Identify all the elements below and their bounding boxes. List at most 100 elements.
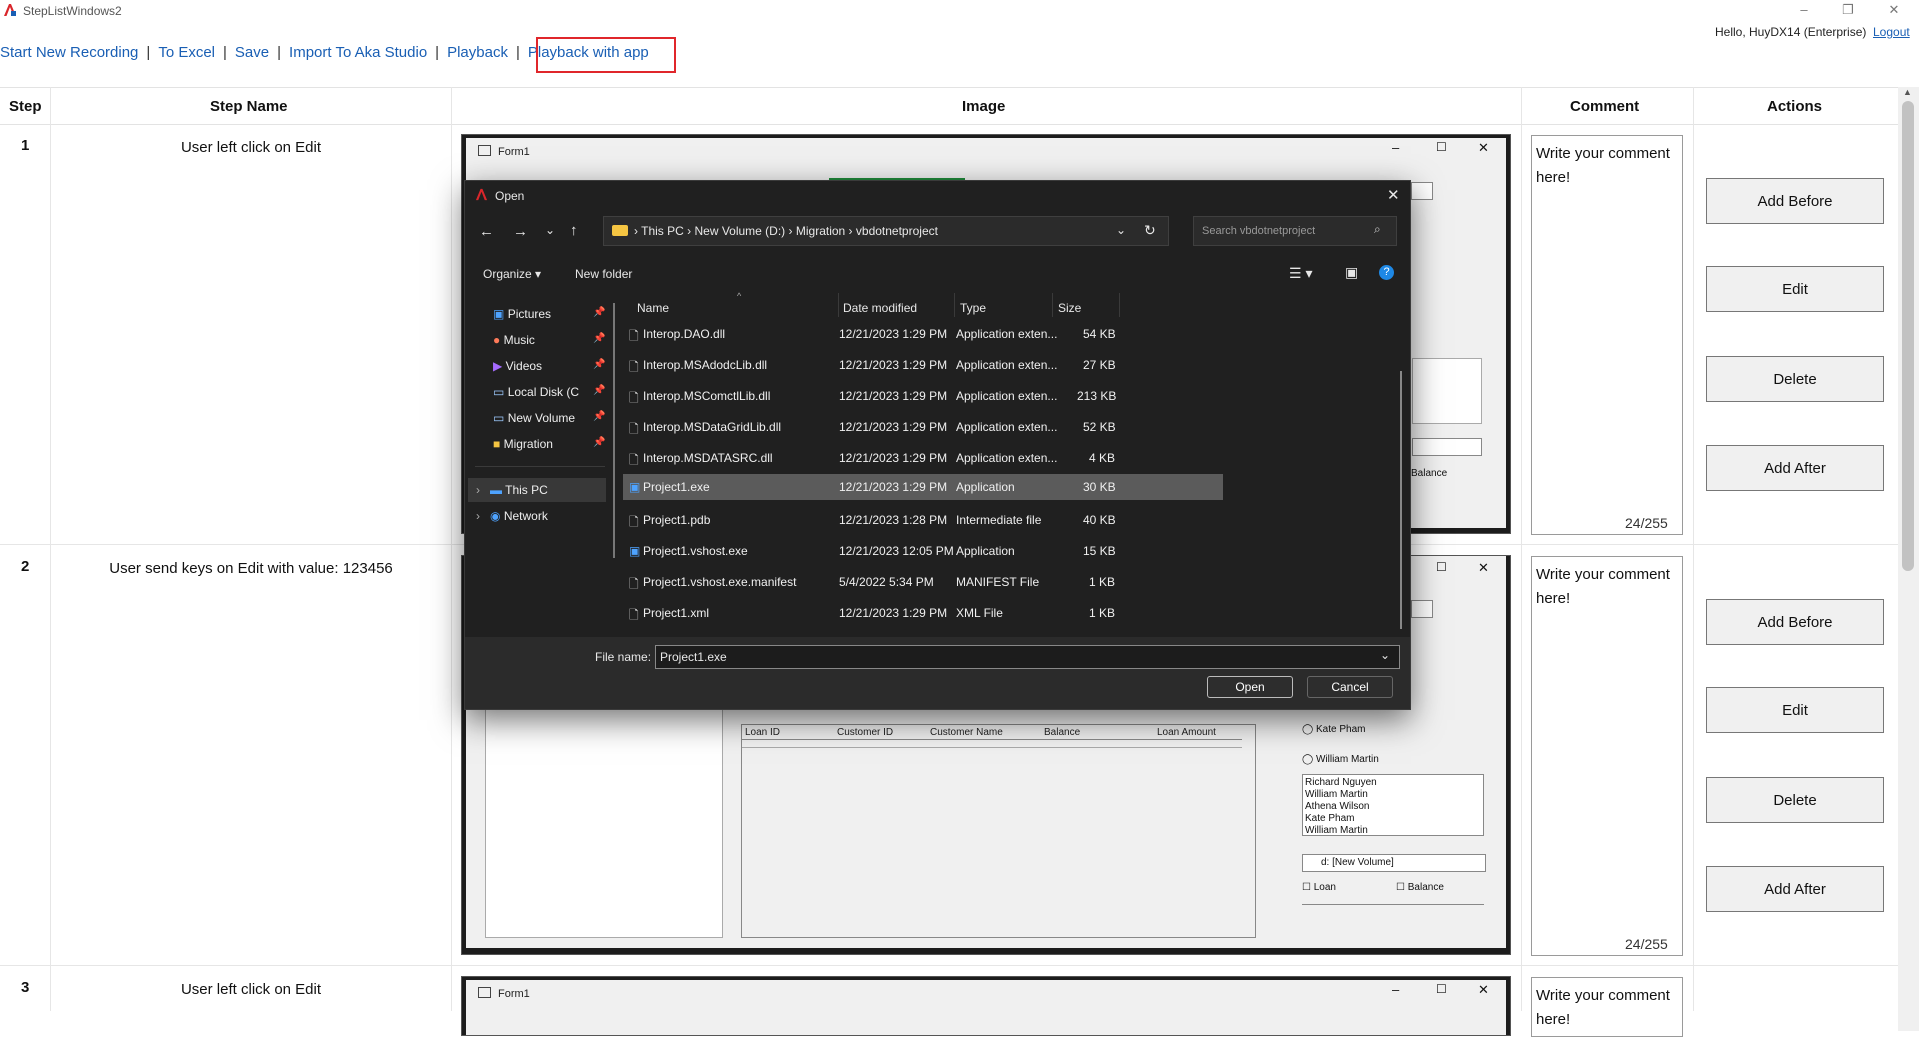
add-before-button[interactable]: Add Before [1706, 599, 1884, 645]
network-icon: ◉ [490, 509, 501, 523]
file-row[interactable]: 🗋 Project1.vshost.exe.manifest 5/4/2022 … [623, 567, 1218, 598]
column-divider [1052, 293, 1053, 317]
file-name-input[interactable]: Project1.exe ⌄ [655, 645, 1400, 669]
nav-item-new-volume[interactable]: ▭ New Volume [493, 411, 575, 425]
file-row[interactable]: 🗋 Interop.DAO.dll 12/21/2023 1:29 PM App… [623, 319, 1218, 350]
file-row[interactable]: 🗋 Interop.MSComctlLib.dll 12/21/2023 1:2… [623, 381, 1218, 412]
chevron-down-icon[interactable]: ⌄ [1116, 223, 1126, 237]
row-divider [0, 965, 1898, 966]
nav-item-this-pc[interactable]: › ▬ This PC [468, 478, 606, 502]
nav-item-network[interactable]: › ◉ Network [476, 509, 548, 523]
column-name[interactable]: Name [637, 301, 669, 315]
column-divider [838, 293, 839, 317]
file-row[interactable]: 🗋 Interop.MSDataGridLib.dll 12/21/2023 1… [623, 412, 1218, 443]
column-size[interactable]: Size [1058, 301, 1081, 315]
nav-item-local-disk[interactable]: ▭ Local Disk (C [493, 385, 579, 399]
file-icon: 🗋 [629, 422, 639, 436]
nav-item-migration[interactable]: ■ Migration [493, 437, 553, 451]
forward-icon[interactable]: → [513, 223, 528, 240]
search-input[interactable]: Search vbdotnetproject ⌕ [1193, 216, 1397, 246]
videos-icon: ▶ [493, 359, 503, 373]
grid-line [742, 747, 1242, 748]
file-row[interactable]: 🗋 Project1.pdb 12/21/2023 1:28 PM Interm… [623, 505, 1218, 536]
new-folder-button[interactable]: New folder [575, 267, 632, 281]
drive-combo [1412, 438, 1482, 456]
help-icon[interactable]: ? [1379, 265, 1394, 280]
step-name: User left click on Edit [180, 139, 322, 156]
column-divider [50, 87, 51, 1011]
header-step: Step [9, 98, 42, 115]
folder-icon: ■ [493, 437, 501, 451]
nav-item-music[interactable]: ● Music [493, 333, 535, 347]
refresh-icon[interactable]: ↻ [1144, 222, 1156, 239]
file-row-selected[interactable]: ▣ Project1.exe 12/21/2023 1:29 PM Applic… [623, 474, 1223, 500]
list-item: William Martin [1305, 789, 1368, 800]
comment-textarea[interactable]: Write your comment here! [1531, 556, 1683, 956]
preview-pane-icon[interactable]: ▣ [1345, 264, 1358, 281]
add-after-button[interactable]: Add After [1706, 445, 1884, 491]
nav-item-videos[interactable]: ▶ Videos [493, 359, 542, 373]
page-scrollbar[interactable]: ▲ [1898, 87, 1919, 1031]
minimize-icon: – [1392, 140, 1400, 155]
file-icon: 🗋 [629, 515, 639, 529]
breadcrumb-item[interactable]: New Volume (D:) [694, 224, 785, 238]
column-type[interactable]: Type [960, 301, 986, 315]
separator: | [277, 44, 282, 61]
column-divider [1521, 87, 1522, 1011]
nav-item-pictures[interactable]: ▣ Pictures [493, 307, 551, 321]
combo-arrow [1411, 600, 1433, 618]
scroll-up-icon[interactable]: ▲ [1903, 87, 1912, 97]
data-grid: Loan ID Customer ID Customer Name Balanc… [741, 724, 1256, 938]
back-icon[interactable]: ← [479, 223, 494, 240]
view-options-icon[interactable]: ☰ ▾ [1289, 265, 1312, 282]
scrollbar-thumb[interactable] [1902, 101, 1914, 571]
comment-textarea[interactable]: Write your comment here! [1531, 135, 1683, 535]
pin-icon: 📌 [593, 385, 606, 396]
breadcrumb-item[interactable]: This PC [641, 224, 684, 238]
chevron-down-icon[interactable]: ⌄ [1380, 648, 1390, 662]
organize-menu[interactable]: Organize ▾ [483, 267, 541, 281]
column-date-modified[interactable]: Date modified [843, 301, 917, 315]
to-excel-link[interactable]: To Excel [158, 44, 215, 61]
add-after-button[interactable]: Add After [1706, 866, 1884, 912]
file-name-label: File name: [595, 650, 652, 664]
close-icon[interactable]: ✕ [1387, 186, 1400, 204]
cancel-button[interactable]: Cancel [1307, 676, 1393, 698]
comment-textarea[interactable]: Write your comment here! [1531, 977, 1683, 1037]
step-name: User send keys on Edit with value: 12345… [109, 560, 393, 577]
step-screenshot[interactable]: Form1 – ☐ ✕ [461, 976, 1511, 1036]
breadcrumb-item[interactable]: vbdotnetproject [856, 224, 938, 238]
chevron-right-icon: › [476, 509, 480, 523]
file-row[interactable]: 🗋 Interop.MSAdodcLib.dll 12/21/2023 1:29… [623, 350, 1218, 381]
file-list-scrollbar[interactable] [1400, 371, 1402, 629]
grid-col-loan-id: Loan ID [745, 727, 781, 738]
divider [475, 466, 605, 467]
nav-scrollbar[interactable] [613, 303, 615, 558]
import-to-aka-studio-link[interactable]: Import To Aka Studio [289, 44, 427, 61]
save-link[interactable]: Save [235, 44, 269, 61]
address-bar[interactable]: › This PC › New Volume (D:) › Migration … [603, 216, 1169, 246]
file-row[interactable]: 🗋 Project1.xml 12/21/2023 1:29 PM XML Fi… [623, 598, 1218, 629]
delete-button[interactable]: Delete [1706, 356, 1884, 402]
chevron-down-icon[interactable]: ⌄ [545, 223, 555, 237]
logout-link[interactable]: Logout [1873, 25, 1910, 39]
file-row[interactable]: 🗋 Interop.MSDATASRC.dll 12/21/2023 1:29 … [623, 443, 1218, 474]
playback-link[interactable]: Playback [447, 44, 508, 61]
start-new-recording-link[interactable]: Start New Recording [0, 44, 138, 61]
delete-button[interactable]: Delete [1706, 777, 1884, 823]
edit-button[interactable]: Edit [1706, 266, 1884, 312]
close-icon[interactable]: ✕ [1884, 2, 1904, 18]
highlight-box [536, 37, 676, 73]
edit-button[interactable]: Edit [1706, 687, 1884, 733]
minimize-icon: – [1392, 982, 1400, 997]
file-row[interactable]: ▣ Project1.vshost.exe 12/21/2023 12:05 P… [623, 536, 1218, 567]
restore-icon[interactable]: ❐ [1838, 2, 1858, 18]
maximize-icon: ☐ [1436, 140, 1447, 154]
pictures-icon: ▣ [493, 307, 505, 321]
breadcrumb-item[interactable]: Migration [796, 224, 845, 238]
minimize-icon[interactable]: – [1794, 2, 1814, 17]
open-button[interactable]: Open [1207, 676, 1293, 698]
up-icon[interactable]: ↑ [570, 222, 578, 239]
add-before-button[interactable]: Add Before [1706, 178, 1884, 224]
folder-icon [612, 225, 628, 236]
